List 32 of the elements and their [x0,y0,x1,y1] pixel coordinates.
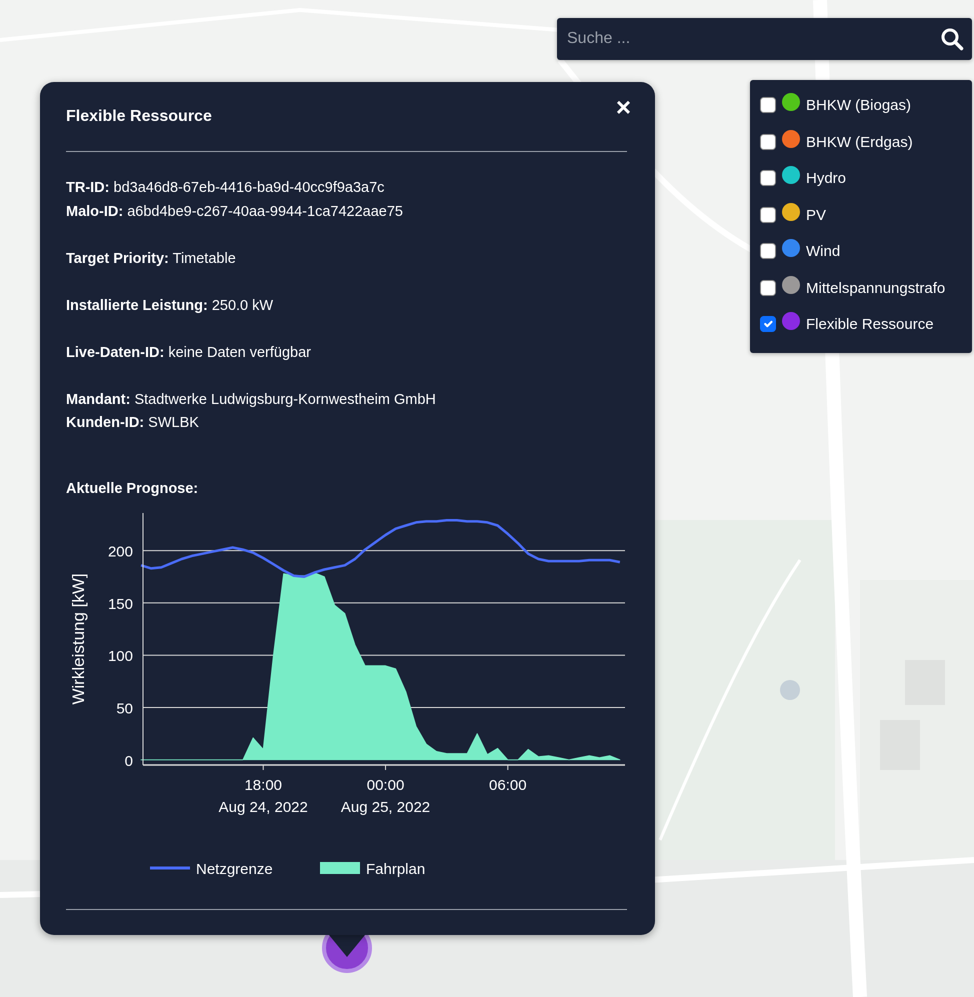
info-line: Mandant: Stadtwerke Ludwigsburg-Kornwestheim GmbH [66,390,437,409]
axis-title: Wirkleistung [kW] [69,574,88,705]
axis-tick-label: 18:00 [244,776,282,794]
axis-tick-label: Aug 25, 2022 [340,798,430,816]
popup-title: Flexible Ressource [66,106,212,126]
layer-label: BHKW (Biogas) [806,95,912,115]
axis-tick-label: 200 [108,542,133,560]
layer-label: PV [806,204,826,224]
axis-tick-label: Aug 24, 2022 [218,798,308,816]
info-line: Kunden-ID: SWLBK [66,413,200,432]
layer-label: BHKW (Erdgas) [806,132,913,152]
info-line: Malo-ID: a6bd4be9-c267-40aa-9944-1ca7422aae75 [66,202,404,220]
layer-label: Wind [806,241,840,261]
layer-label: Flexible Ressource [806,314,934,334]
info-line: Live-Daten-ID: keine Daten verfügbar [66,342,312,362]
axis-tick-label: 0 [124,752,133,770]
chart-title: Aktuelle Prognose: [66,478,200,498]
search-field[interactable]: Suche ... [565,26,940,52]
axis-tick-label: 100 [108,647,133,664]
axis-tick-label: 00:00 [366,776,404,794]
info-line: Installierte Leistung: 250.0 kW [66,296,274,315]
axis-tick-label: 06:00 [489,776,527,794]
search-bar[interactable]: Suche ... [557,18,972,60]
axis-tick-label: 150 [108,595,133,612]
layer-label: Mittelspannungstrafo [806,278,946,298]
layer-label: Hydro [806,168,846,188]
info-line: Target Priority: Timetable [66,248,237,268]
info-line: TR-ID: bd3a46d8-67eb-4416-ba9d-40cc9f9a3a7c [66,178,386,197]
axis-tick-label: 50 [116,700,133,717]
legend-label: Netzgrenze [196,860,273,878]
close-button[interactable]: × [612,94,635,120]
legend-label: Fahrplan [366,860,426,878]
